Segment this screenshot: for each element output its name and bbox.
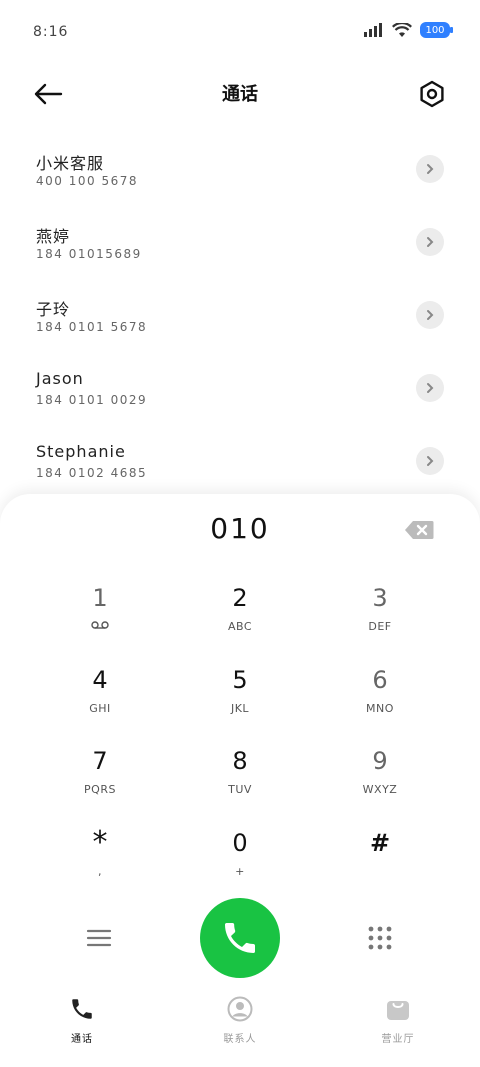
key-9[interactable]: 9 WXYZ [320, 747, 440, 817]
key-letters: GHI [89, 702, 111, 715]
chevron-right-icon [427, 237, 434, 247]
contact-detail-button[interactable] [416, 155, 444, 183]
contact-number: 184 01015689 [36, 247, 142, 261]
chevron-right-icon [427, 164, 434, 174]
wifi-icon [392, 22, 412, 37]
key-7[interactable]: 7 PQRS [40, 747, 160, 817]
dialpad-icon [368, 926, 392, 950]
call-button[interactable] [200, 898, 280, 978]
contact-number: 400 100 5678 [36, 174, 138, 188]
key-digit: 3 [372, 584, 388, 612]
key-6[interactable]: 6 MNO [320, 666, 440, 736]
key-digit: * [92, 825, 108, 860]
contact-row[interactable]: 小米客服 400 100 5678 [0, 132, 480, 205]
key-digit: 2 [232, 584, 248, 612]
chevron-right-icon [427, 456, 434, 466]
dialer-screen: 8:16 100 通话 小米客服 400 100 5678 燕婷 184 010… [0, 0, 480, 1067]
contact-number: 184 0101 5678 [36, 320, 148, 334]
key-3[interactable]: 3 DEF [320, 584, 440, 654]
contact-name: 子玲 [36, 300, 71, 319]
menu-button[interactable] [86, 926, 112, 950]
key-0[interactable]: 0 + [180, 829, 300, 899]
key-1[interactable]: 1 [40, 584, 160, 654]
dialer-actions [0, 898, 480, 982]
dialer-panel: 010 1 2 ABC 3 DEF 4 GHI 5 JKL 6 MNO 7 PQ… [0, 494, 480, 1067]
bottom-navigation: 通话 联系人 营业厅 [0, 996, 480, 1067]
key-letters: PQRS [84, 783, 116, 796]
key-letters: WXYZ [362, 783, 398, 796]
gear-icon [420, 80, 444, 108]
key-letters: TUV [228, 783, 252, 796]
contact-detail-button[interactable] [416, 374, 444, 402]
chevron-right-icon [427, 310, 434, 320]
key-digit: 7 [92, 747, 108, 775]
nav-label: 联系人 [223, 1034, 257, 1045]
status-icons: 100 [364, 22, 453, 38]
key-digit: 8 [232, 747, 248, 775]
key-letters: , [98, 865, 102, 878]
contact-name: Stephanie [36, 442, 126, 461]
shopping-bag-icon [387, 1001, 409, 1020]
contact-name: 燕婷 [36, 227, 71, 246]
settings-button[interactable] [412, 74, 452, 114]
nav-label: 营业厅 [381, 1034, 415, 1045]
page-title: 通话 [222, 84, 258, 105]
nav-tab-service-hall[interactable]: 营业厅 [348, 996, 448, 1045]
app-header: 通话 [0, 64, 480, 124]
contact-row[interactable]: 燕婷 184 01015689 [0, 205, 480, 278]
key-star[interactable]: * , [40, 825, 160, 899]
key-letters: + [235, 865, 245, 878]
contact-detail-button[interactable] [416, 301, 444, 329]
key-digit: 1 [92, 584, 108, 612]
key-4[interactable]: 4 GHI [40, 666, 160, 736]
contact-suggestion-list: 小米客服 400 100 5678 燕婷 184 01015689 子玲 184… [0, 132, 480, 497]
nav-label: 通话 [71, 1034, 93, 1045]
chevron-right-icon [427, 383, 434, 393]
key-digit: 5 [232, 666, 248, 694]
key-8[interactable]: 8 TUV [180, 747, 300, 817]
contact-detail-button[interactable] [416, 447, 444, 475]
phone-icon [72, 999, 92, 1019]
hide-keypad-button[interactable] [367, 925, 393, 951]
key-2[interactable]: 2 ABC [180, 584, 300, 654]
backspace-button[interactable] [404, 520, 434, 542]
contact-row[interactable]: 子玲 184 0101 5678 [0, 278, 480, 351]
key-digit: 4 [92, 666, 108, 694]
key-letters: JKL [230, 702, 250, 715]
battery-level: 100 [425, 24, 445, 36]
person-icon [227, 996, 253, 1022]
key-digit: 0 [232, 829, 248, 857]
contact-name: 小米客服 [36, 154, 105, 173]
key-digit: 9 [372, 747, 388, 775]
battery-icon: 100 [420, 22, 453, 38]
hamburger-menu-icon [86, 929, 112, 947]
contact-row[interactable]: Stephanie 184 0102 4685 [0, 424, 480, 497]
phone-icon [225, 923, 255, 953]
status-bar: 8:16 100 [0, 0, 480, 64]
contact-number: 184 0102 4685 [36, 466, 148, 480]
voicemail-icon [40, 620, 160, 633]
nav-tab-calls[interactable]: 通话 [32, 996, 132, 1045]
key-letters: ABC [227, 620, 253, 633]
contact-row[interactable]: Jason 184 0101 0029 [0, 351, 480, 424]
key-digit: 6 [372, 666, 388, 694]
key-hash[interactable]: # [320, 829, 440, 899]
nav-tab-contacts[interactable]: 联系人 [190, 996, 290, 1045]
contact-detail-button[interactable] [416, 228, 444, 256]
key-letters: DEF [368, 620, 392, 633]
status-time: 8:16 [33, 24, 69, 40]
signal-icon [364, 23, 382, 37]
key-5[interactable]: 5 JKL [180, 666, 300, 736]
backspace-icon [405, 521, 434, 539]
contact-number: 184 0101 0029 [36, 393, 148, 407]
key-digit: # [369, 829, 391, 857]
contact-name: Jason [36, 369, 84, 388]
key-letters: MNO [366, 702, 394, 715]
